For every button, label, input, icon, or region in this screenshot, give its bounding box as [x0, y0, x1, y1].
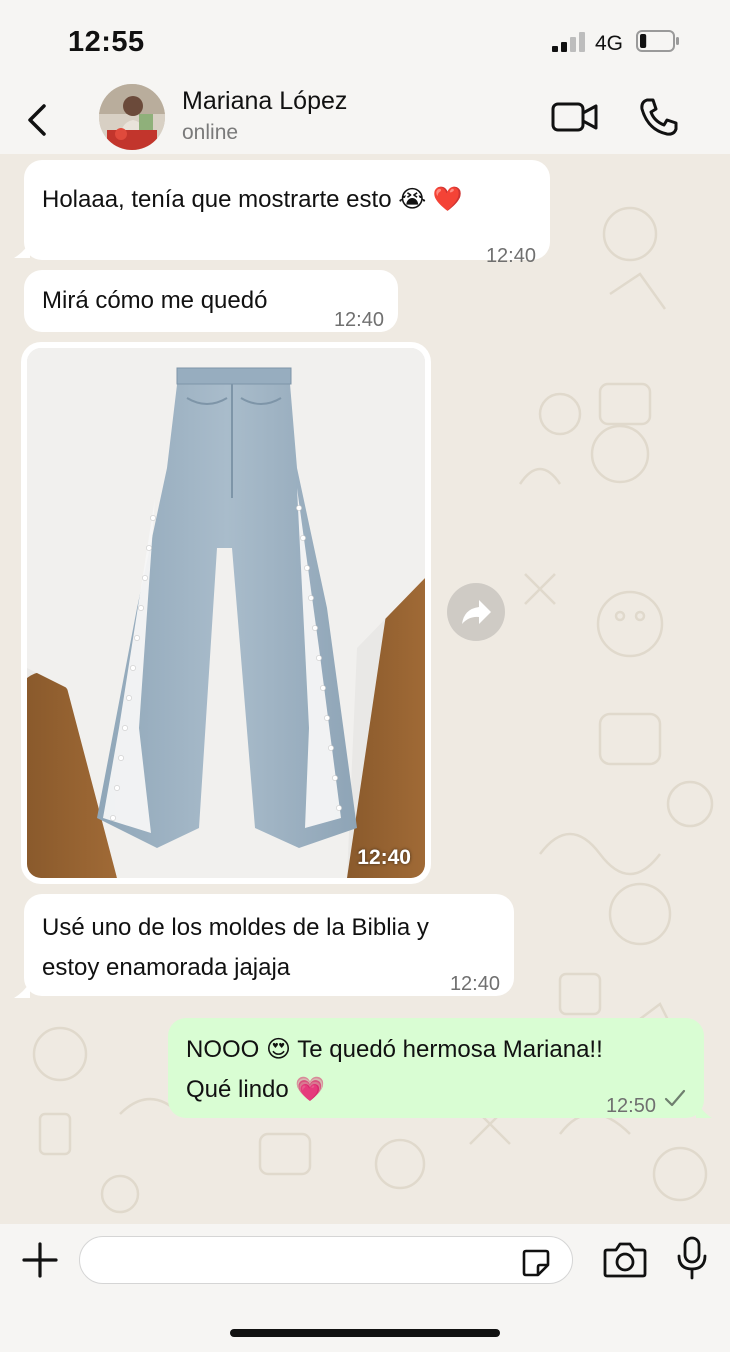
message-text-line2: Qué lindo 💗: [186, 1076, 326, 1103]
message-input-box[interactable]: [79, 1236, 573, 1284]
message-time: 12:40: [449, 973, 500, 995]
message-bubble-incoming[interactable]: Holaaa, tenía que mostrarte esto 😭 ❤️ 12…: [24, 160, 550, 267]
status-time: 12:55: [68, 26, 145, 58]
jeans-image: [27, 348, 425, 878]
bubble-tail: [696, 1100, 712, 1118]
chevron-left-icon[interactable]: [22, 100, 52, 140]
video-camera-icon[interactable]: [551, 100, 599, 134]
contact-name[interactable]: Mariana López: [182, 87, 347, 116]
plus-icon[interactable]: [22, 1242, 58, 1278]
home-indicator: [230, 1329, 500, 1337]
message-time: 12:40: [333, 309, 384, 331]
chat-area[interactable]: Holaaa, tenía que mostrarte esto 😭 ❤️ 12…: [0, 154, 730, 1224]
message-text-line1: NOOO 😍 Te quedó hermosa Mariana!!: [186, 1036, 603, 1063]
message-bubble-outgoing[interactable]: NOOO 😍 Te quedó hermosa Mariana!! Qué li…: [168, 1018, 704, 1118]
bubble-tail: [14, 242, 30, 258]
avatar-photo: [99, 84, 165, 150]
message-composer: [0, 1224, 730, 1352]
jeans-photo[interactable]: 12:40: [27, 348, 425, 878]
network-type: 4G: [595, 32, 624, 55]
message-text-line1: Usé uno de los moldes de la Biblia y: [42, 914, 429, 941]
signal-strength-icon: [552, 32, 585, 52]
message-bubble-incoming[interactable]: Mirá cómo me quedó 12:40: [24, 270, 398, 332]
message-text: Mirá cómo me quedó: [42, 287, 268, 314]
sticker-icon[interactable]: [520, 1247, 552, 1279]
message-text: Holaaa, tenía que mostrarte esto 😭 ❤️: [42, 186, 463, 213]
battery-icon: [636, 30, 679, 52]
forward-button[interactable]: [447, 583, 505, 641]
message-text-line2: estoy enamorada jajaja: [42, 954, 291, 981]
phone-icon[interactable]: [638, 96, 680, 138]
message-input[interactable]: [100, 1237, 524, 1284]
message-bubble-incoming[interactable]: Usé uno de los moldes de la Biblia y est…: [24, 894, 514, 996]
avatar[interactable]: [99, 84, 165, 150]
microphone-icon[interactable]: [676, 1236, 708, 1280]
image-message[interactable]: 12:40: [21, 342, 431, 884]
contact-status: online: [182, 121, 239, 144]
single-check-icon: [664, 1089, 686, 1107]
message-time: 12:50: [605, 1095, 656, 1117]
forward-arrow-icon: [462, 600, 491, 624]
image-time: 12:40: [357, 846, 411, 869]
camera-icon[interactable]: [603, 1240, 647, 1278]
chat-header: Mariana López online: [0, 82, 730, 154]
bubble-tail: [14, 982, 30, 998]
message-time: 12:40: [485, 245, 536, 267]
status-bar: 12:55 4G: [0, 0, 730, 82]
